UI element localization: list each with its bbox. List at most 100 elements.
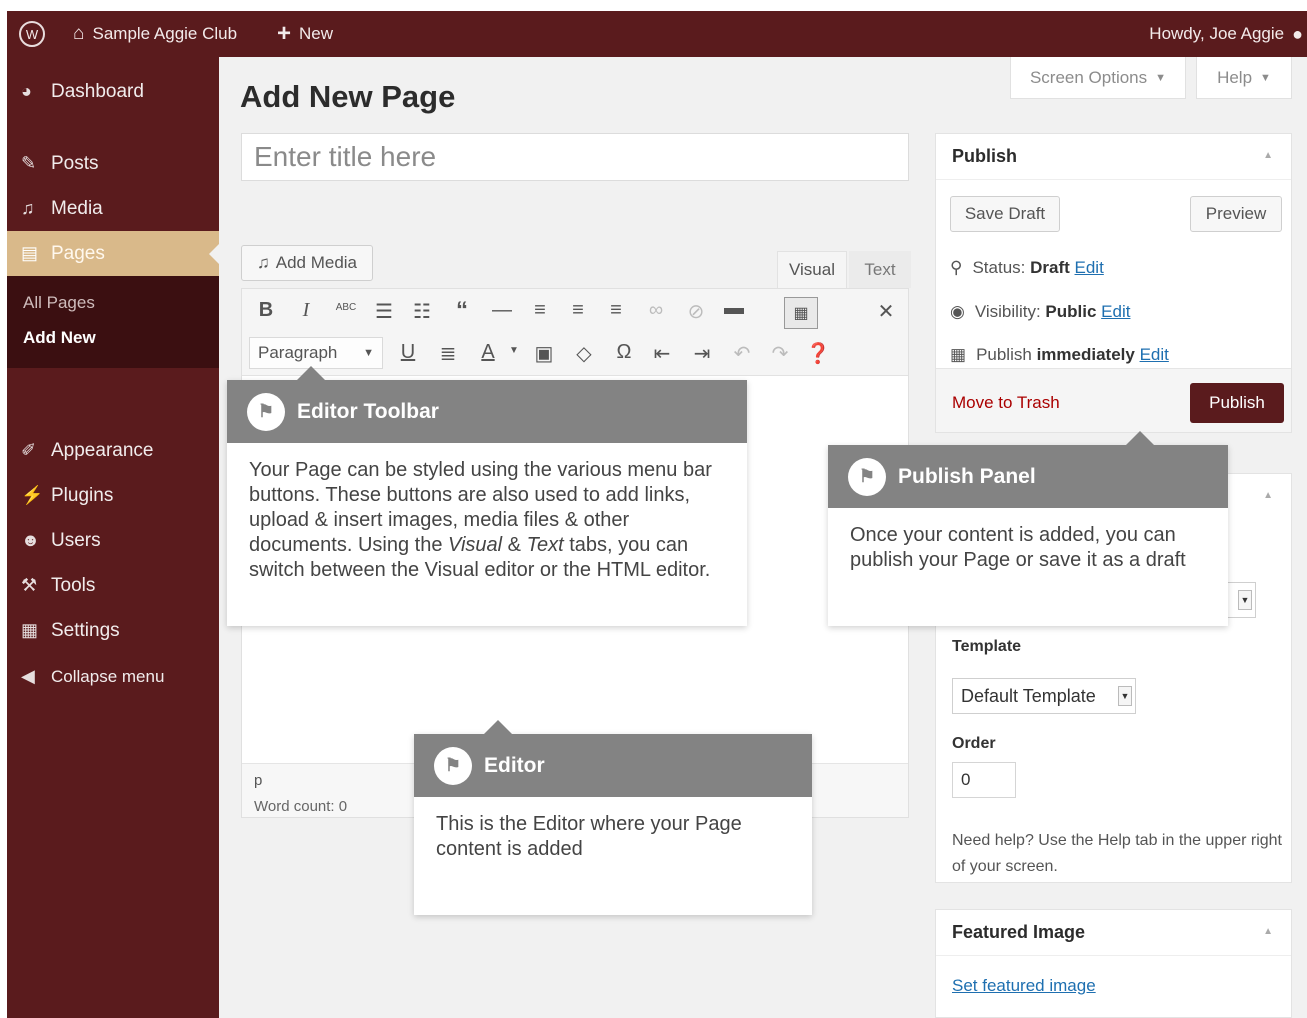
caret-down-icon: ▼ xyxy=(363,347,374,359)
sidebar-item-dashboard[interactable]: ◕ Dashboard xyxy=(7,69,219,114)
plug-icon: ⚡ xyxy=(21,485,44,505)
set-featured-image-link[interactable]: Set featured image xyxy=(952,976,1096,996)
publish-button[interactable]: Publish xyxy=(1190,383,1284,423)
edit-status-link[interactable]: Edit xyxy=(1075,258,1104,277)
underline-icon[interactable]: U xyxy=(394,341,422,364)
wrench-icon: ⚒ xyxy=(21,575,38,595)
sidebar-item-users[interactable]: ☻ Users xyxy=(7,518,219,563)
editor-toolbar: B I ABC ☰ ☷ “ — ≡ ≡ ≡ ∞ ⊘ ▬ ▦ ✕ Paragrap… xyxy=(242,289,908,376)
screen-options-tab[interactable]: Screen Options ▼ xyxy=(1010,57,1186,99)
pointer-body: Your Page can be styled using the variou… xyxy=(249,458,727,583)
preview-button[interactable]: Preview xyxy=(1190,196,1282,232)
pointer-text: & xyxy=(502,534,527,556)
sidebar-item-plugins[interactable]: ⚡ Plugins xyxy=(7,473,219,518)
fullscreen-icon[interactable]: ✕ xyxy=(872,299,900,324)
pointer-editor-toolbar: ⚑ Editor Toolbar Your Page can be styled… xyxy=(227,366,747,626)
pointer-body: This is the Editor where your Page conte… xyxy=(436,813,742,860)
collapse-menu-button[interactable]: ◀ Collapse menu xyxy=(7,654,219,699)
clear-formatting-icon[interactable]: ◇ xyxy=(570,341,598,366)
featured-title: Featured Image xyxy=(952,922,1086,942)
collapse-toggle-icon[interactable]: ▲ xyxy=(1263,926,1273,937)
admin-bar: W ⌂ Sample Aggie Club + New Howdy, Joe A… xyxy=(7,11,1307,57)
collapse-toggle-icon[interactable]: ▲ xyxy=(1263,150,1273,161)
edit-visibility-link[interactable]: Edit xyxy=(1101,302,1130,321)
bold-icon[interactable]: B xyxy=(252,299,280,322)
help-icon[interactable]: ❓ xyxy=(804,341,832,366)
sidebar-item-posts[interactable]: ✎ Posts xyxy=(7,141,219,186)
sidebar-item-pages[interactable]: ▤ Pages xyxy=(7,231,219,276)
move-to-trash-link[interactable]: Move to Trash xyxy=(952,393,1060,413)
strikethrough-icon[interactable]: ABC xyxy=(332,302,360,313)
user-icon: ● xyxy=(1292,23,1303,44)
caret-down-icon[interactable]: ▼ xyxy=(500,345,528,356)
sidebar-item-media[interactable]: ♫ Media xyxy=(7,186,219,231)
format-select-value: Paragraph xyxy=(258,343,338,362)
justify-icon[interactable]: ≣ xyxy=(434,341,462,366)
align-right-icon[interactable]: ≡ xyxy=(602,299,630,322)
caret-down-icon: ▼ xyxy=(1260,71,1271,84)
collapse-arrow-icon: ◀ xyxy=(21,666,35,686)
site-name-link[interactable]: ⌂ Sample Aggie Club xyxy=(73,11,237,57)
template-select[interactable]: Default Template ▼ xyxy=(952,678,1136,714)
order-input[interactable] xyxy=(952,762,1016,798)
pointer-publish-panel: ⚑ Publish Panel Once your content is add… xyxy=(828,431,1228,626)
sidebar-item-appearance[interactable]: ✐ Appearance xyxy=(7,428,219,473)
redo-icon[interactable]: ↷ xyxy=(766,341,794,366)
admin-sidebar: ◕ Dashboard ✎ Posts ♫ Media ▤ Pages All … xyxy=(7,57,219,1018)
sidebar-item-label: Pages xyxy=(51,242,105,264)
page-title: Add New Page xyxy=(240,79,456,114)
horizontal-line-icon[interactable]: — xyxy=(488,299,516,322)
outdent-icon[interactable]: ⇤ xyxy=(648,341,676,366)
text-color-icon[interactable]: A xyxy=(474,341,502,364)
sidebar-item-label: Plugins xyxy=(51,484,114,506)
align-left-icon[interactable]: ≡ xyxy=(526,299,554,322)
add-media-label: Add Media xyxy=(275,253,358,272)
undo-icon[interactable]: ↶ xyxy=(728,341,756,366)
post-title-input[interactable] xyxy=(241,133,909,181)
new-content-link[interactable]: + New xyxy=(277,11,333,57)
plus-icon: + xyxy=(277,20,292,47)
help-label: Help xyxy=(1217,67,1253,87)
brush-icon: ✐ xyxy=(21,440,37,460)
indent-icon[interactable]: ⇥ xyxy=(688,341,716,366)
sidebar-item-tools[interactable]: ⚒ Tools xyxy=(7,563,219,608)
wordpress-logo[interactable]: W xyxy=(17,11,47,57)
toolbar-toggle-icon[interactable]: ▦ xyxy=(784,297,818,329)
add-media-button[interactable]: ♫ Add Media xyxy=(241,245,373,281)
pointer-header: ⚑ Editor Toolbar xyxy=(227,380,747,443)
order-label: Order xyxy=(952,735,996,752)
bullet-list-icon[interactable]: ☰ xyxy=(370,299,398,324)
blockquote-icon[interactable]: “ xyxy=(448,297,476,325)
collapse-toggle-icon[interactable]: ▲ xyxy=(1263,490,1273,501)
sidebar-item-settings[interactable]: ▦ Settings xyxy=(7,608,219,653)
status-label: Status: xyxy=(972,258,1026,277)
site-name: Sample Aggie Club xyxy=(92,24,238,43)
format-select[interactable]: Paragraph ▼ xyxy=(249,337,383,369)
unlink-icon[interactable]: ⊘ xyxy=(682,299,710,324)
edit-schedule-link[interactable]: Edit xyxy=(1140,345,1169,364)
pointer-arrow xyxy=(1126,431,1154,445)
publish-box-title[interactable]: Publish xyxy=(936,134,1291,180)
account-menu[interactable]: Howdy, Joe Aggie ● xyxy=(1149,11,1303,57)
eye-icon: ◉ xyxy=(950,302,965,321)
help-text: Need help? Use the Help tab in the upper… xyxy=(952,832,1282,875)
pin-icon: ⚲ xyxy=(950,258,963,277)
submenu-add-new[interactable]: Add New xyxy=(23,328,96,348)
help-tab[interactable]: Help ▼ xyxy=(1196,57,1292,99)
pointer-header: ⚑ Editor xyxy=(414,734,812,797)
submenu-all-pages[interactable]: All Pages xyxy=(23,293,95,313)
schedule-row: ▦ Publish immediately Edit xyxy=(950,345,1169,365)
tab-text[interactable]: Text xyxy=(849,251,911,288)
numbered-list-icon[interactable]: ☷ xyxy=(408,299,436,324)
paste-text-icon[interactable]: ▣ xyxy=(530,341,558,366)
caret-down-icon: ▼ xyxy=(1238,590,1252,610)
read-more-icon[interactable]: ▬ xyxy=(720,297,748,320)
tab-visual[interactable]: Visual xyxy=(777,251,847,288)
featured-image-title[interactable]: Featured Image xyxy=(936,910,1291,956)
link-icon[interactable]: ∞ xyxy=(642,299,670,322)
special-character-icon[interactable]: Ω xyxy=(610,341,638,364)
status-row: ⚲ Status: Draft Edit xyxy=(950,258,1104,278)
align-center-icon[interactable]: ≡ xyxy=(564,299,592,322)
save-draft-button[interactable]: Save Draft xyxy=(950,196,1060,232)
italic-icon[interactable]: I xyxy=(292,299,320,322)
